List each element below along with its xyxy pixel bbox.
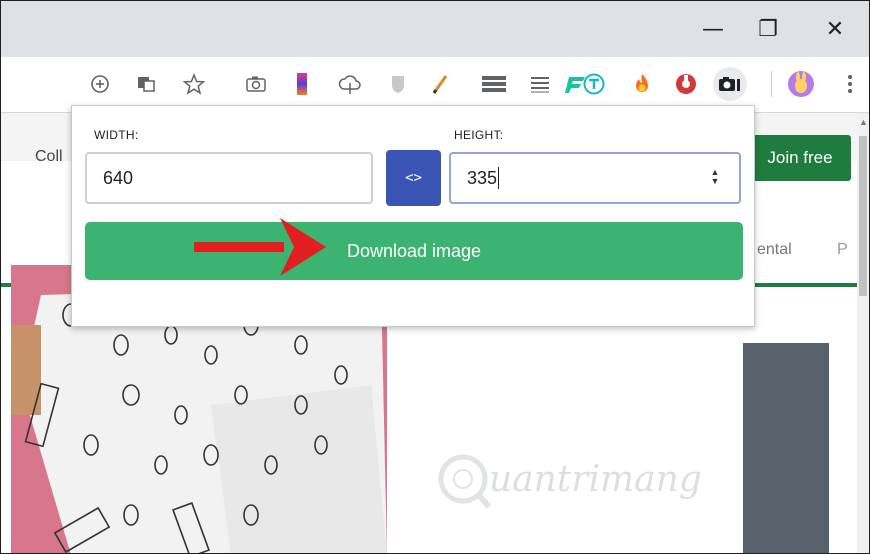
maximize-button[interactable]: ❐ — [742, 1, 794, 57]
translate-icon[interactable] — [131, 67, 161, 101]
download-image-label: Download image — [346, 240, 482, 261]
height-value: 335 — [467, 167, 498, 188]
number-spinner-icon[interactable]: ▲ ▼ — [709, 168, 721, 188]
red-arrow-annotation — [194, 218, 326, 276]
color-picker-icon[interactable] — [287, 67, 317, 101]
scroll-up-icon[interactable]: ▲ — [859, 117, 868, 129]
width-input[interactable]: 640 — [85, 152, 373, 204]
menu-bars-icon[interactable] — [479, 67, 509, 101]
t-circle-icon[interactable] — [579, 67, 609, 101]
profile-bunny-icon[interactable] — [786, 67, 816, 101]
screenshot-camera-icon[interactable] — [713, 67, 747, 101]
watermark-logo: uantrimang — [433, 445, 753, 515]
list-icon[interactable] — [525, 67, 555, 101]
collections-link[interactable]: Coll — [35, 148, 63, 166]
join-free-button[interactable]: Join free — [749, 135, 851, 181]
zoom-plus-icon[interactable] — [85, 67, 115, 101]
camera-icon[interactable] — [241, 67, 271, 101]
restore-icon: ❐ — [758, 16, 778, 42]
fire-icon[interactable] — [627, 67, 657, 101]
text-caret — [498, 167, 500, 189]
scrollbar-thumb[interactable] — [859, 136, 867, 296]
minimize-button[interactable]: — — [687, 1, 739, 57]
title-bar: — ❐ ✕ — [1, 1, 869, 57]
more-menu-icon[interactable] — [835, 67, 865, 101]
download-image-button[interactable]: Download image — [85, 222, 743, 280]
width-value: 640 — [103, 167, 134, 188]
star-icon[interactable] — [179, 67, 209, 101]
cloud-upload-icon[interactable] — [335, 67, 365, 101]
nav-item-partial-2[interactable]: P — [837, 241, 848, 259]
shield-icon[interactable] — [383, 67, 413, 101]
nav-item-partial[interactable]: ental — [757, 241, 792, 259]
width-label: WIDTH: — [94, 128, 139, 142]
swap-dimensions-button[interactable]: <> — [386, 150, 441, 206]
browser-window: — ❐ ✕ Coll Join free ental P uantrimang … — [0, 0, 870, 554]
resize-popup: WIDTH: HEIGHT: 640 <> 335 ▲ ▼ Download im… — [71, 105, 755, 327]
close-button[interactable]: ✕ — [809, 1, 861, 57]
height-label: HEIGHT: — [454, 128, 504, 142]
height-input[interactable]: 335 ▲ ▼ — [449, 152, 741, 204]
watermark-text: uantrimang — [489, 459, 702, 500]
pencil-icon[interactable] — [425, 67, 455, 101]
page-side-image — [743, 343, 829, 553]
minimize-icon: — — [702, 16, 724, 42]
gear-red-icon[interactable] — [671, 67, 701, 101]
close-icon: ✕ — [825, 16, 845, 42]
toolbar-separator — [771, 71, 772, 97]
